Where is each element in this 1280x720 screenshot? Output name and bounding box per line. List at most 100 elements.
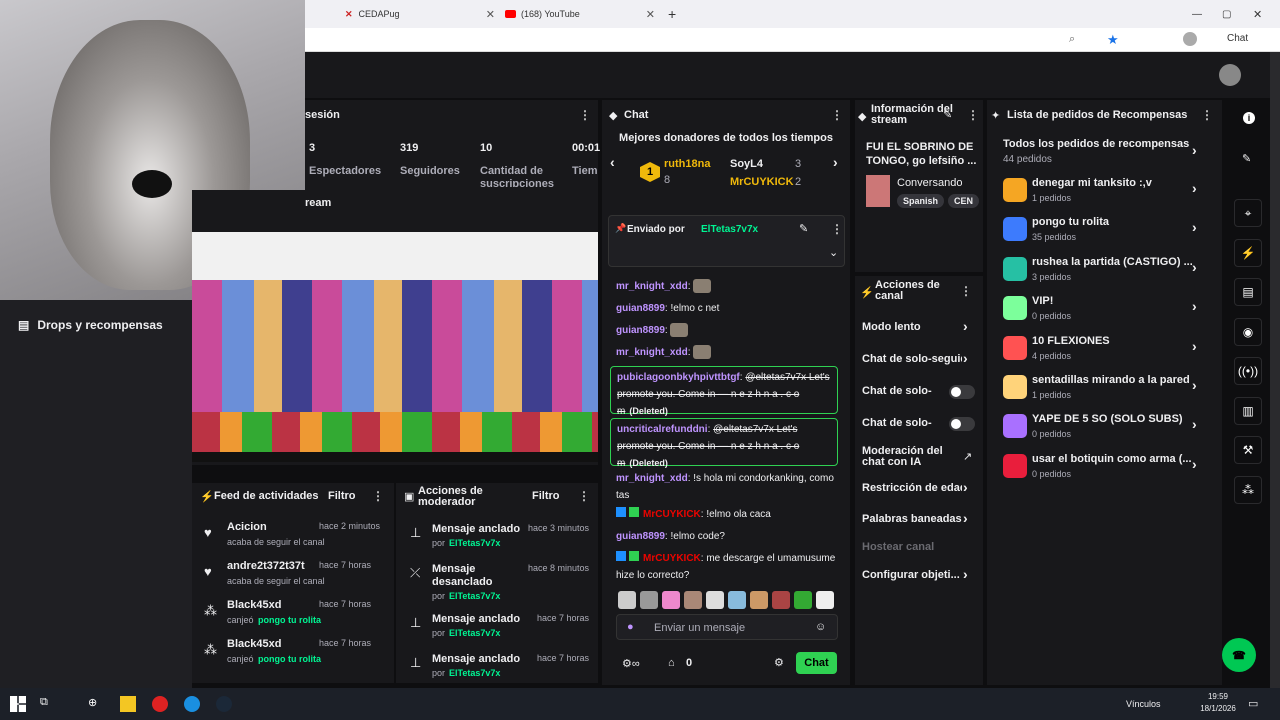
task-view-icon[interactable]: ⧉	[40, 696, 56, 712]
settings-gear-icon[interactable]: ⚙	[774, 656, 784, 669]
emote-button[interactable]	[684, 591, 702, 609]
close-window-button[interactable]: ✕	[1253, 4, 1262, 24]
reward-name[interactable]: VIP!	[1032, 295, 1192, 307]
pinned-message[interactable]: 📌 Enviado por ElTetas7v7x ✎ ⋮ ⌄	[608, 215, 845, 267]
pinned-user[interactable]: ElTetas7v7x	[701, 224, 758, 235]
emote-button[interactable]	[706, 591, 724, 609]
chat-username[interactable]: mr_knight_xdd	[616, 281, 688, 292]
tab-youtube[interactable]: (168) YouTube ✕	[505, 4, 655, 24]
more-options-icon[interactable]: ⋮	[578, 489, 590, 503]
tag-pill[interactable]: CEN	[948, 194, 980, 208]
edit-icon[interactable]: ✎	[943, 108, 952, 121]
chat-message[interactable]: uncriticalrefunddni: @eltetas7v7x Let's …	[610, 418, 838, 469]
next-arrow-icon[interactable]: ›	[833, 154, 838, 170]
notification-icon[interactable]: ▭	[1248, 697, 1258, 710]
chat-bubble-icon[interactable]: ◉	[1234, 317, 1262, 346]
zoom-icon[interactable]: ⌕	[1069, 33, 1075, 46]
mod-user[interactable]: ElTetas7v7x	[449, 628, 500, 638]
chat-message[interactable]: guian8899: !elmo code?	[616, 528, 838, 545]
emoji-icon[interactable]: ☺	[815, 621, 826, 633]
maximize-button[interactable]: ▢	[1222, 4, 1231, 24]
chevron-right-icon[interactable]: ›	[1192, 377, 1197, 393]
chevron-right-icon[interactable]: ›	[963, 479, 968, 495]
mod-user[interactable]: ElTetas7v7x	[449, 538, 500, 548]
layout-icon[interactable]: ▥	[1234, 396, 1262, 425]
links-toolbar[interactable]: Vínculos	[1126, 699, 1161, 709]
more-options-icon[interactable]: ⋮	[372, 489, 384, 503]
more-options-icon[interactable]: ⋮	[579, 108, 591, 122]
user-avatar[interactable]	[1219, 64, 1241, 86]
chat-username[interactable]: guian8899	[616, 325, 665, 336]
chevron-right-icon[interactable]: ›	[1192, 219, 1197, 235]
emote-button[interactable]	[816, 591, 834, 609]
address-bar[interactable]: ⌕ ★ Chat	[305, 28, 1280, 52]
file-explorer-icon[interactable]	[120, 696, 136, 712]
emote-button[interactable]	[618, 591, 636, 609]
emote-button[interactable]	[662, 591, 680, 609]
chevron-right-icon[interactable]: ›	[1192, 142, 1197, 158]
donor-name[interactable]: SoyL4	[730, 158, 763, 170]
tag-pill[interactable]: Spanish	[897, 194, 945, 208]
chat-message[interactable]: MrCUYKICK: !elmo ola caca	[616, 506, 838, 523]
stream-video-preview[interactable]	[192, 232, 598, 462]
chat-username[interactable]: guian8899	[616, 303, 665, 314]
more-options-icon[interactable]: ⋮	[831, 108, 843, 122]
chevron-right-icon[interactable]: ›	[963, 510, 968, 526]
chat-input[interactable]: ● Enviar un mensaje ☺	[616, 614, 838, 640]
activity-user[interactable]: Acicion	[227, 521, 267, 533]
store-icon[interactable]: ⌂	[668, 657, 675, 669]
chat-message[interactable]: guian8899: !elmo c net	[616, 300, 838, 317]
toggle-switch[interactable]	[949, 417, 975, 431]
copilot-chat-button[interactable]: Chat	[1227, 33, 1248, 44]
activity-user[interactable]: andre2t372t37t	[227, 560, 305, 572]
emote-button[interactable]	[640, 591, 658, 609]
reward-name[interactable]: usar el botiquin como arma (...	[1032, 453, 1192, 465]
unpin-icon[interactable]: ✎	[799, 222, 808, 235]
channel-action-item[interactable]: Modo lento	[862, 322, 962, 333]
mod-user[interactable]: ElTetas7v7x	[449, 591, 500, 601]
bolt-icon[interactable]: ⚡	[1234, 238, 1262, 267]
reward-name[interactable]: sentadillas mirando a la pared	[1032, 374, 1192, 386]
chevron-down-icon[interactable]: ⌄	[829, 246, 838, 259]
channel-action-item[interactable]: Moderación del chat con IA	[862, 446, 962, 468]
filter-button[interactable]: Filtro	[532, 490, 560, 502]
activity-user[interactable]: Black45xd	[227, 599, 281, 611]
clock-date[interactable]: 18/1/2026	[1198, 704, 1238, 713]
chevron-right-icon[interactable]: ›	[963, 566, 968, 582]
chevron-right-icon[interactable]: ›	[1192, 180, 1197, 196]
donor-name[interactable]: ruth18na	[664, 158, 710, 170]
channel-action-item[interactable]: Chat de solo-...	[862, 418, 932, 429]
clipboard-icon[interactable]: ▤	[1234, 278, 1262, 306]
reward-name[interactable]: YAPE DE 5 SO (SOLO SUBS)	[1032, 413, 1192, 425]
reward-name[interactable]: rushea la partida (CASTIGO) ...	[1032, 256, 1192, 268]
channel-action-item[interactable]: Configurar objeti...	[862, 570, 962, 581]
send-chat-button[interactable]: Chat	[796, 652, 837, 674]
external-link-icon[interactable]: ↗	[963, 450, 972, 463]
mod-user[interactable]: ElTetas7v7x	[449, 668, 500, 678]
chevron-right-icon[interactable]: ›	[1192, 259, 1197, 275]
star-icon[interactable]: ★	[1107, 32, 1119, 48]
scrollbar[interactable]	[1270, 52, 1280, 688]
emote-button[interactable]	[750, 591, 768, 609]
channel-action-item[interactable]: Palabras baneadas	[862, 514, 962, 525]
channel-action-item[interactable]: Restricción de edad	[862, 483, 962, 494]
category-box-art[interactable]	[866, 175, 890, 207]
chevron-right-icon[interactable]: ›	[1192, 456, 1197, 472]
info-icon[interactable]: i	[1243, 112, 1255, 124]
wrench-icon[interactable]: ⚒	[1234, 436, 1262, 464]
emote-button[interactable]	[772, 591, 790, 609]
emote-button[interactable]	[794, 591, 812, 609]
chevron-right-icon[interactable]: ›	[963, 350, 968, 366]
minimize-button[interactable]: —	[1192, 4, 1202, 24]
channel-action-item[interactable]: Chat de solo-seguid	[862, 354, 962, 365]
chat-username[interactable]: mr_knight_xdd	[616, 473, 688, 484]
app-icon[interactable]: ⊕	[88, 696, 104, 712]
emote-button[interactable]	[728, 591, 746, 609]
filter-button[interactable]: Filtro	[328, 490, 356, 502]
toggle-switch[interactable]	[949, 385, 975, 399]
edit-icon[interactable]: ✎	[1242, 152, 1251, 165]
points-icon[interactable]: ⁂	[1234, 475, 1262, 504]
focus-icon[interactable]: ⌖	[1234, 199, 1262, 227]
donor-name[interactable]: MrCUYKICK	[730, 176, 794, 188]
app-icon[interactable]	[152, 696, 168, 712]
